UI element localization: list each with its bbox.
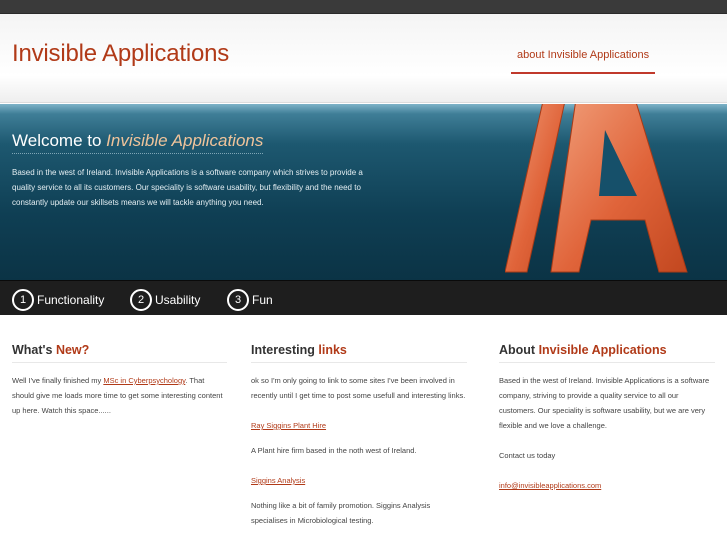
site-header: Invisible Applications about Invisible A… — [0, 14, 727, 103]
about-text: Based in the west of Ireland. Invisible … — [499, 376, 710, 430]
feature-label: Functionality — [37, 293, 105, 307]
links-heading: Interesting links — [251, 343, 467, 363]
feature-label: Usability — [155, 293, 201, 307]
feature-bar: 1 Functionality 2 Usability 3 Fun — [0, 280, 727, 315]
link-description: Nothing like a bit of family promotion. … — [251, 501, 431, 525]
hero-title: Welcome to Invisible Applications — [12, 131, 264, 154]
links-intro: ok so I'm only going to link to some sit… — [251, 376, 466, 400]
hero-title-prefix: Welcome to — [12, 131, 107, 150]
feature-number-2: 2 — [130, 289, 152, 311]
feature-number-3: 3 — [227, 289, 249, 311]
whats-new-heading: What's New? — [12, 343, 227, 363]
about-heading: About Invisible Applications — [499, 343, 715, 363]
feature-number-1: 1 — [12, 289, 34, 311]
about-column: About Invisible Applications Based in th… — [499, 343, 715, 493]
email-link[interactable]: info@invisibleapplications.com — [499, 481, 601, 490]
link-ray-siggins-plant-hire[interactable]: Ray Siggins Plant Hire — [251, 421, 326, 430]
whats-new-text: Well I've finally finished my MSc in Cyb… — [12, 376, 223, 415]
contact-text: Contact us today — [499, 451, 556, 460]
hero-banner: Welcome to Invisible Applications Based … — [0, 104, 727, 280]
feature-label: Fun — [252, 293, 273, 307]
msc-link[interactable]: MSc in Cyberpsychology — [103, 376, 185, 385]
link-siggins-analysis[interactable]: Siggins Analysis — [251, 476, 305, 485]
link-description: A Plant hire firm based in the noth west… — [251, 446, 417, 455]
whats-new-column: What's New? Well I've finally finished m… — [12, 343, 227, 418]
feature-item-fun[interactable]: 3 Fun — [227, 289, 273, 311]
hero-title-name: Invisible Applications — [106, 131, 264, 150]
site-title[interactable]: Invisible Applications — [12, 40, 229, 68]
nav-link-about[interactable]: about Invisible Applications — [511, 49, 656, 74]
hero-intro-text: Based in the west of Ireland. Invisible … — [12, 168, 363, 207]
ia-logo — [505, 104, 688, 273]
top-strip — [0, 0, 727, 14]
feature-item-usability[interactable]: 2 Usability — [130, 289, 200, 311]
interesting-links-column: Interesting links ok so I'm only going t… — [251, 343, 467, 528]
feature-item-functionality[interactable]: 1 Functionality — [12, 289, 104, 311]
